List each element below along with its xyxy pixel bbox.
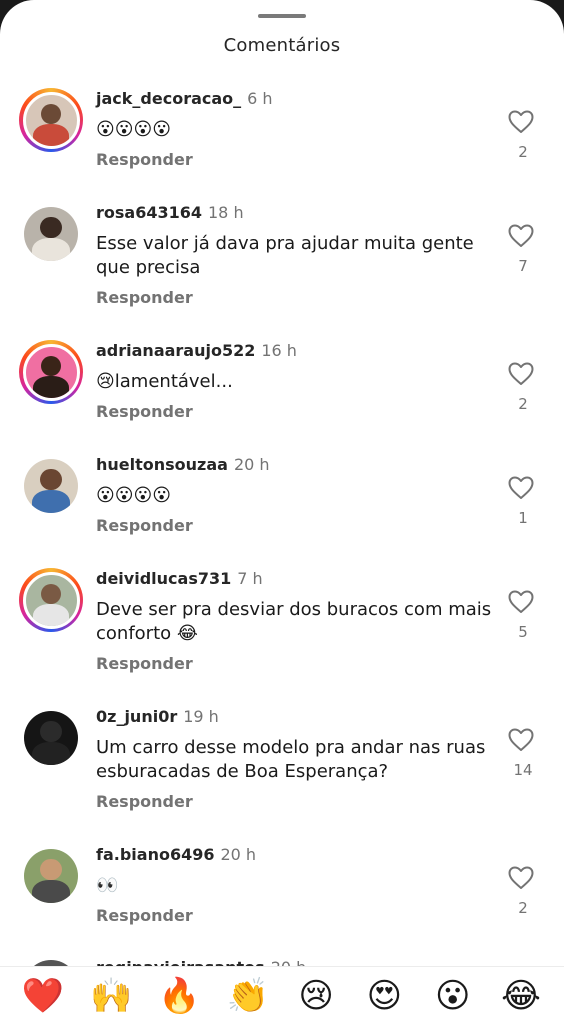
reply-button[interactable]: Responder xyxy=(96,402,193,421)
avatar-image xyxy=(22,91,80,149)
comment-username[interactable]: fa.biano6496 20 h xyxy=(96,845,256,864)
comment-username[interactable]: 0z_juni0r 19 h xyxy=(96,707,219,726)
avatar[interactable] xyxy=(19,88,83,152)
comment-username[interactable]: deividlucas731 7 h xyxy=(96,569,263,588)
avatar[interactable] xyxy=(19,844,83,908)
comment-username[interactable]: adrianaaraujo522 16 h xyxy=(96,341,297,360)
avatar-body xyxy=(32,490,70,513)
comment-timestamp: 18 h xyxy=(208,203,244,222)
comment-text: 😮😮😮😮 xyxy=(96,119,172,140)
comment-item: deividlucas731 7 h Deve ser pra desviar do… xyxy=(0,566,564,704)
comment-item: adrianaaraujo522 16 h 😢lamentável... Respon… xyxy=(0,338,564,452)
heart-outline-icon[interactable] xyxy=(508,110,538,138)
comment-timestamp: 6 h xyxy=(247,89,273,108)
comment-item: fa.biano6496 20 h 👀 Responder 2 xyxy=(0,842,564,956)
comment-item: rosa643164 18 h Esse valor já dava pra aju… xyxy=(0,200,564,338)
surprised-emoji-button[interactable]: 😮 xyxy=(431,976,475,1016)
heart-outline-icon[interactable] xyxy=(508,224,538,252)
like-count: 2 xyxy=(518,395,528,413)
fire-emoji-button[interactable]: 🔥 xyxy=(158,976,202,1016)
comments-sheet: Comentários jack_decoracao_ 6 h 😮😮😮😮 Respon… xyxy=(0,0,564,1024)
heart-outline-icon[interactable] xyxy=(508,362,538,390)
avatar-image xyxy=(24,711,78,765)
heart-eyes-emoji-button[interactable]: 😍 xyxy=(362,976,406,1016)
avatar-body xyxy=(33,124,69,146)
avatar-head xyxy=(40,858,62,881)
avatar-body xyxy=(32,238,70,261)
sheet-title: Comentários xyxy=(223,35,341,56)
avatar[interactable] xyxy=(19,706,83,770)
avatar-body xyxy=(32,880,70,903)
like-count: 14 xyxy=(513,761,533,779)
reply-button[interactable]: Responder xyxy=(96,288,193,307)
like-count: 2 xyxy=(518,143,528,161)
heart-outline-icon[interactable] xyxy=(508,476,538,504)
like-count: 1 xyxy=(518,509,528,527)
clapping-emoji-button[interactable]: 👏 xyxy=(226,976,270,1016)
comment-timestamp: 16 h xyxy=(261,341,297,360)
comment-username[interactable]: jack_decoracao_ 6 h xyxy=(96,89,273,108)
avatar-body xyxy=(33,604,69,626)
avatar[interactable] xyxy=(19,202,83,266)
reply-button[interactable]: Responder xyxy=(96,516,193,535)
avatar[interactable] xyxy=(19,340,83,404)
avatar-image xyxy=(24,207,78,261)
comment-text: Deve ser pra desviar dos buracos com mai… xyxy=(96,599,492,644)
comment-timestamp: 19 h xyxy=(183,707,219,726)
like-count: 7 xyxy=(518,257,528,275)
reply-button[interactable]: Responder xyxy=(96,792,193,811)
avatar-head xyxy=(40,216,62,239)
reply-button[interactable]: Responder xyxy=(96,906,193,925)
comment-timestamp: 7 h xyxy=(237,569,263,588)
avatar-head xyxy=(40,468,62,491)
like-count: 2 xyxy=(518,899,528,917)
avatar-head xyxy=(40,103,62,125)
comment-text: Esse valor já dava pra ajudar muita gent… xyxy=(96,233,474,278)
heart-emoji-button[interactable]: ❤️ xyxy=(21,976,65,1016)
comment-text: Um carro desse modelo pra andar nas ruas… xyxy=(96,737,486,782)
comment-item: 0z_juni0r 19 h Um carro desse modelo pra a… xyxy=(0,704,564,842)
comment-item: jack_decoracao_ 6 h 😮😮😮😮 Responder 2 xyxy=(0,86,564,200)
avatar-image xyxy=(24,849,78,903)
heart-outline-icon[interactable] xyxy=(508,728,538,756)
reply-button[interactable]: Responder xyxy=(96,150,193,169)
comment-timestamp: 20 h xyxy=(220,845,257,864)
crying-emoji-button[interactable]: 😢 xyxy=(294,976,338,1016)
avatar-image xyxy=(22,571,80,629)
avatar-image xyxy=(24,459,78,513)
avatar-image xyxy=(22,343,80,401)
comment-text: 👀 xyxy=(96,875,119,896)
raised-hands-emoji-button[interactable]: 🙌 xyxy=(89,976,133,1016)
avatar-head xyxy=(40,583,62,605)
avatar-head xyxy=(40,355,62,377)
avatar[interactable] xyxy=(19,568,83,632)
avatar-body xyxy=(32,742,70,765)
comment-username[interactable]: rosa643164 18 h xyxy=(96,203,244,222)
heart-outline-icon[interactable] xyxy=(508,590,538,618)
comment-item: hueltonsouzaa 20 h 😮😮😮😮 Responder 1 xyxy=(0,452,564,566)
avatar-body xyxy=(33,376,69,398)
like-count: 5 xyxy=(518,623,528,641)
comment-username[interactable]: hueltonsouzaa 20 h xyxy=(96,455,270,474)
reply-button[interactable]: Responder xyxy=(96,654,193,673)
comment-text: 😢lamentável... xyxy=(96,371,233,392)
avatar[interactable] xyxy=(19,454,83,518)
heart-outline-icon[interactable] xyxy=(508,866,538,894)
drag-handle[interactable] xyxy=(258,14,306,18)
emoji-reaction-bar: ❤️ 🙌 🔥 👏 😢 😍 😮 😂 xyxy=(0,966,564,1024)
comment-timestamp: 20 h xyxy=(233,455,270,474)
avatar-head xyxy=(40,720,62,743)
comment-text: 😮😮😮😮 xyxy=(96,485,172,506)
laughing-emoji-button[interactable]: 😂 xyxy=(499,976,543,1016)
